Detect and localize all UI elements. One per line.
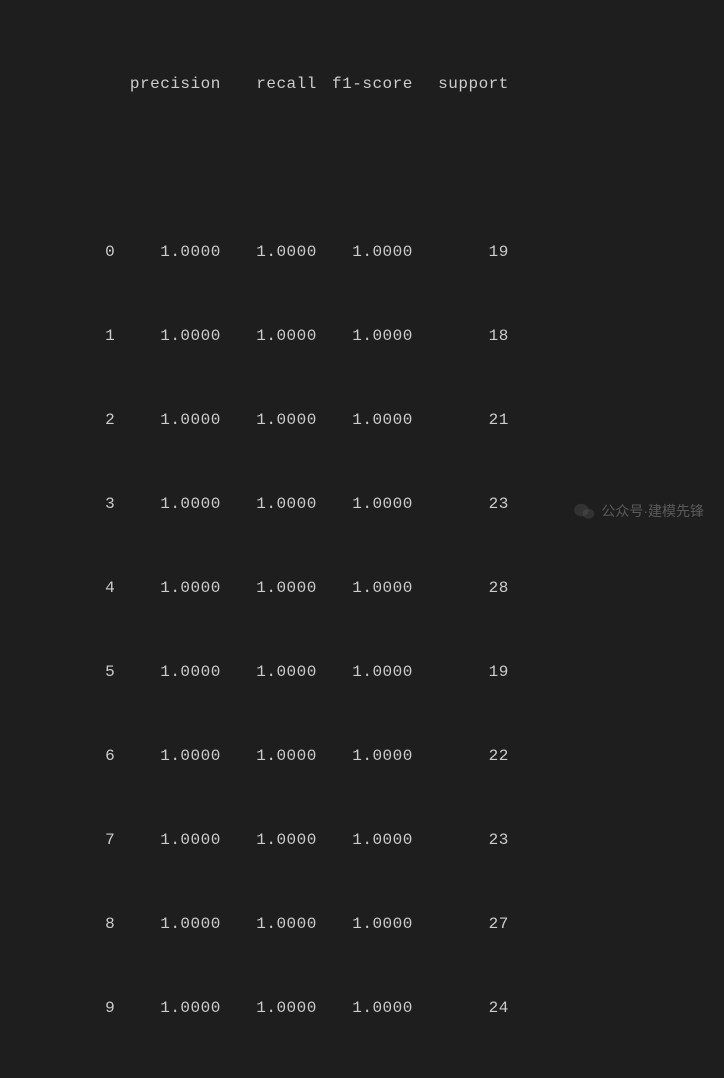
class-row: 21.00001.00001.000021 [0, 406, 724, 434]
precision-value: 1.0000 [115, 826, 221, 854]
class-row: 91.00001.00001.000024 [0, 994, 724, 1022]
f1-value: 1.0000 [317, 238, 413, 266]
precision-value: 1.0000 [115, 238, 221, 266]
classification-report: precisionrecallf1-scoresupport 01.00001.… [0, 0, 724, 1078]
header-precision: precision [115, 70, 221, 98]
precision-value: 1.0000 [115, 658, 221, 686]
support-value: 23 [413, 826, 509, 854]
precision-value: 1.0000 [115, 994, 221, 1022]
precision-value: 1.0000 [115, 574, 221, 602]
recall-value: 1.0000 [221, 826, 317, 854]
header-f1: f1-score [317, 70, 413, 98]
f1-value: 1.0000 [317, 658, 413, 686]
wechat-icon [573, 502, 595, 520]
class-row: 01.00001.00001.000019 [0, 238, 724, 266]
spacer [0, 154, 724, 182]
support-value: 19 [413, 658, 509, 686]
class-label: 3 [0, 490, 115, 518]
support-value: 19 [413, 238, 509, 266]
support-value: 27 [413, 910, 509, 938]
class-label: 6 [0, 742, 115, 770]
f1-value: 1.0000 [317, 406, 413, 434]
class-label: 7 [0, 826, 115, 854]
support-value: 24 [413, 994, 509, 1022]
class-label: 2 [0, 406, 115, 434]
precision-value: 1.0000 [115, 490, 221, 518]
precision-value: 1.0000 [115, 406, 221, 434]
support-value: 22 [413, 742, 509, 770]
precision-value: 1.0000 [115, 322, 221, 350]
class-row: 81.00001.00001.000027 [0, 910, 724, 938]
recall-value: 1.0000 [221, 742, 317, 770]
f1-value: 1.0000 [317, 322, 413, 350]
header-recall: recall [221, 70, 317, 98]
precision-value: 1.0000 [115, 742, 221, 770]
recall-value: 1.0000 [221, 322, 317, 350]
class-label: 8 [0, 910, 115, 938]
f1-value: 1.0000 [317, 910, 413, 938]
header-support: support [413, 70, 509, 98]
recall-value: 1.0000 [221, 910, 317, 938]
class-label: 4 [0, 574, 115, 602]
f1-value: 1.0000 [317, 826, 413, 854]
recall-value: 1.0000 [221, 490, 317, 518]
header-row: precisionrecallf1-scoresupport [0, 70, 724, 98]
recall-value: 1.0000 [221, 406, 317, 434]
f1-value: 1.0000 [317, 490, 413, 518]
class-label: 0 [0, 238, 115, 266]
precision-value: 1.0000 [115, 910, 221, 938]
support-value: 21 [413, 406, 509, 434]
recall-value: 1.0000 [221, 658, 317, 686]
class-row: 71.00001.00001.000023 [0, 826, 724, 854]
watermark-text: 公众号·建模先锋 [601, 501, 704, 521]
class-row: 51.00001.00001.000019 [0, 658, 724, 686]
recall-value: 1.0000 [221, 574, 317, 602]
f1-value: 1.0000 [317, 742, 413, 770]
class-row: 41.00001.00001.000028 [0, 574, 724, 602]
f1-value: 1.0000 [317, 574, 413, 602]
class-row: 61.00001.00001.000022 [0, 742, 724, 770]
class-label: 1 [0, 322, 115, 350]
class-label: 5 [0, 658, 115, 686]
recall-value: 1.0000 [221, 238, 317, 266]
f1-value: 1.0000 [317, 994, 413, 1022]
support-value: 18 [413, 322, 509, 350]
class-row: 11.00001.00001.000018 [0, 322, 724, 350]
support-value: 23 [413, 490, 509, 518]
recall-value: 1.0000 [221, 994, 317, 1022]
class-label: 9 [0, 994, 115, 1022]
support-value: 28 [413, 574, 509, 602]
watermark: 公众号·建模先锋 [573, 501, 704, 521]
